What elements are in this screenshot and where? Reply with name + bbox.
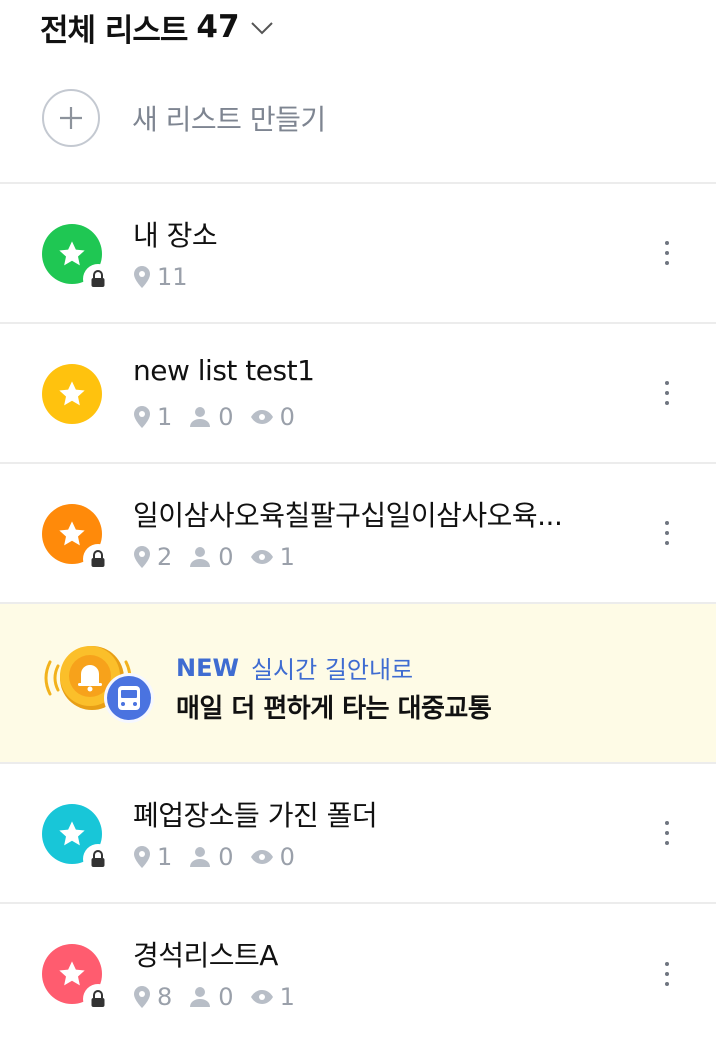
person-icon — [190, 547, 211, 567]
person-icon — [190, 847, 211, 867]
list-item-title: 경석리스트A — [133, 939, 278, 972]
list-count: 47 — [196, 9, 240, 45]
pin-icon — [134, 406, 150, 428]
followers-count: 0 — [188, 543, 234, 571]
more-options-icon[interactable] — [654, 373, 680, 413]
banner-headline: 매일 더 편하게 타는 대중교통 — [176, 694, 492, 724]
list-item[interactable]: 일이삼사오육칠팔구십일이삼사오육... 2 0 1 — [0, 464, 716, 604]
transit-promo-banner[interactable]: NEW 실시간 길안내로 매일 더 편하게 타는 대중교통 — [0, 604, 716, 764]
more-options-icon[interactable] — [654, 233, 680, 273]
places-count: 2 — [133, 543, 172, 571]
eye-icon — [250, 990, 273, 1004]
list-group-top: 내 장소 11 new list test1 1 0 0 일이삼사오육칠팔구십일… — [0, 184, 716, 604]
lock-icon — [83, 264, 113, 294]
pin-icon — [134, 986, 150, 1008]
eye-icon — [250, 850, 273, 864]
list-item-meta: 1 0 0 — [133, 842, 311, 872]
star-icon — [42, 364, 102, 424]
pin-icon — [134, 266, 150, 288]
bell-bus-icon — [40, 640, 160, 734]
places-count: 8 — [133, 983, 172, 1011]
banner-tag: NEW 실시간 길안내로 — [176, 650, 413, 685]
list-item[interactable]: new list test1 1 0 0 — [0, 324, 716, 464]
list-item-meta: 1 0 0 — [133, 402, 311, 432]
lock-icon — [83, 844, 113, 874]
views-count: 0 — [250, 843, 295, 871]
list-item-meta: 11 — [133, 262, 204, 292]
person-icon — [190, 987, 211, 1007]
followers-count: 0 — [188, 983, 234, 1011]
views-count: 0 — [250, 403, 295, 431]
list-group-bottom: 폐업장소들 가진 폴더 1 0 0 경석리스트A 8 0 1 — [0, 764, 716, 1044]
list-item-meta: 8 0 1 — [133, 982, 311, 1012]
more-options-icon[interactable] — [654, 513, 680, 553]
pin-icon — [134, 546, 150, 568]
followers-count: 0 — [188, 843, 234, 871]
banner-subtitle: 실시간 길안내로 — [250, 656, 414, 684]
places-count: 11 — [133, 263, 188, 291]
list-item-title: 일이삼사오육칠팔구십일이삼사오육... — [133, 499, 563, 532]
followers-count: 0 — [188, 403, 234, 431]
list-item[interactable]: 폐업장소들 가진 폴더 1 0 0 — [0, 764, 716, 904]
list-item-title: 폐업장소들 가진 폴더 — [133, 799, 378, 832]
pin-icon — [134, 846, 150, 868]
list-header[interactable]: 전체 리스트 47 — [0, 0, 716, 54]
lock-icon — [83, 544, 113, 574]
list-item-title: 내 장소 — [133, 219, 218, 252]
eye-icon — [250, 550, 273, 564]
list-item[interactable]: 내 장소 11 — [0, 184, 716, 324]
more-options-icon[interactable] — [654, 954, 680, 994]
eye-icon — [250, 410, 273, 424]
person-icon — [190, 407, 211, 427]
views-count: 1 — [250, 543, 295, 571]
plus-icon — [42, 89, 100, 147]
views-count: 1 — [250, 983, 295, 1011]
list-item-meta: 2 0 1 — [133, 542, 311, 572]
places-count: 1 — [133, 843, 172, 871]
chevron-down-icon[interactable] — [250, 20, 274, 39]
places-count: 1 — [133, 403, 172, 431]
page-title: 전체 리스트 — [40, 12, 188, 49]
more-options-icon[interactable] — [654, 813, 680, 853]
list-item-title: new list test1 — [133, 354, 315, 387]
new-badge: NEW — [176, 653, 239, 682]
new-list-label: 새 리스트 만들기 — [132, 103, 326, 136]
new-list-button[interactable]: 새 리스트 만들기 — [0, 54, 716, 184]
lock-icon — [83, 984, 113, 1014]
list-item[interactable]: 경석리스트A 8 0 1 — [0, 904, 716, 1044]
